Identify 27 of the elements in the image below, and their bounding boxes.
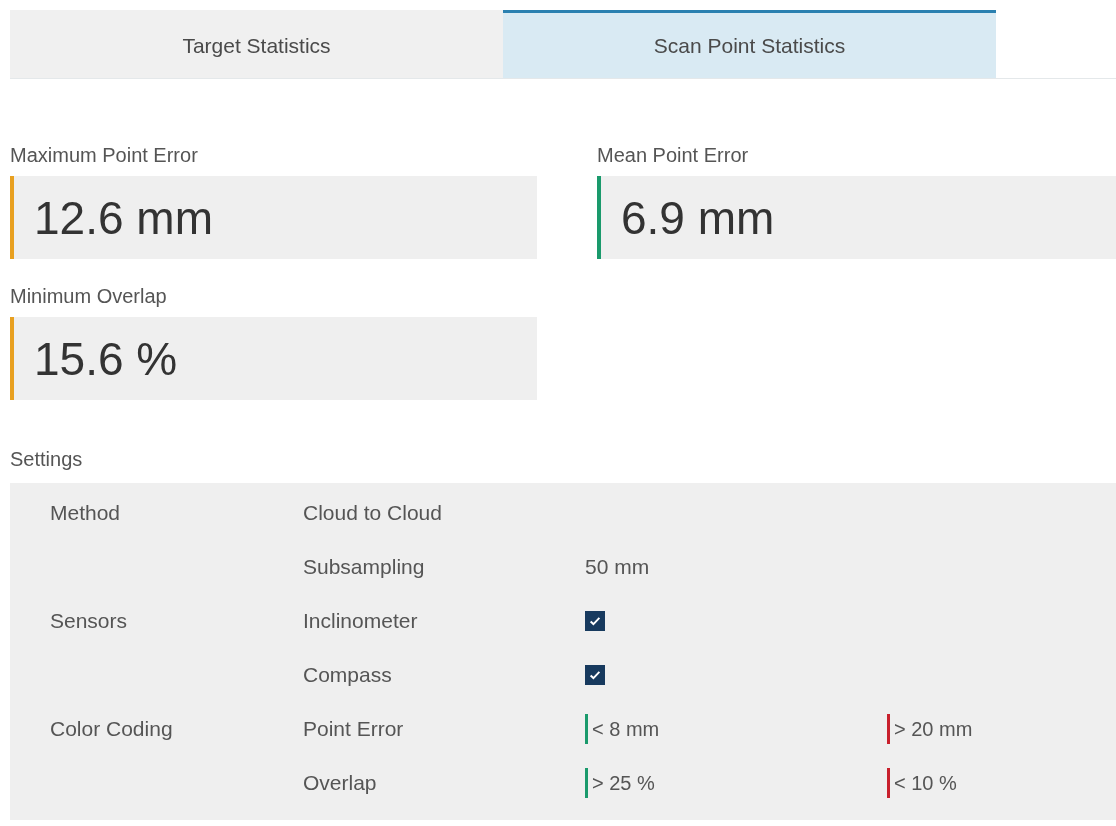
metric-label: Mean Point Error: [597, 144, 750, 167]
tab[interactable]: Target Statistics: [10, 10, 503, 78]
checkbox[interactable]: [585, 665, 605, 685]
threshold-value: > 20 mm: [894, 717, 973, 741]
threshold-value: < 10 %: [894, 771, 957, 795]
metric-value: 12.6 mm: [34, 190, 213, 245]
threshold-value: > 25 %: [592, 771, 655, 795]
setting-group: Method: [50, 501, 121, 525]
check-icon: [588, 614, 602, 628]
setting-name: Point Error: [303, 717, 404, 741]
section-title: Settings: [10, 448, 83, 471]
metric-label: Minimum Overlap: [10, 285, 168, 308]
setting-group: Sensors: [50, 609, 128, 633]
setting-name: Inclinometer: [303, 609, 418, 633]
setting-name: Overlap: [303, 771, 377, 795]
setting-group: Color Coding: [50, 717, 173, 741]
metric-value: 6.9 mm: [621, 190, 775, 245]
tab[interactable]: Scan Point Statistics: [503, 10, 996, 78]
threshold-value: < 8 mm: [592, 717, 660, 741]
setting-name: Cloud to Cloud: [303, 501, 442, 525]
metric-value: 15.6 %: [34, 331, 178, 386]
check-icon: [588, 668, 602, 682]
setting-value: 50 mm: [585, 555, 650, 579]
metric-label: Maximum Point Error: [10, 144, 199, 167]
checkbox[interactable]: [585, 611, 605, 631]
setting-name: Subsampling: [303, 555, 425, 579]
setting-name: Compass: [303, 663, 392, 687]
